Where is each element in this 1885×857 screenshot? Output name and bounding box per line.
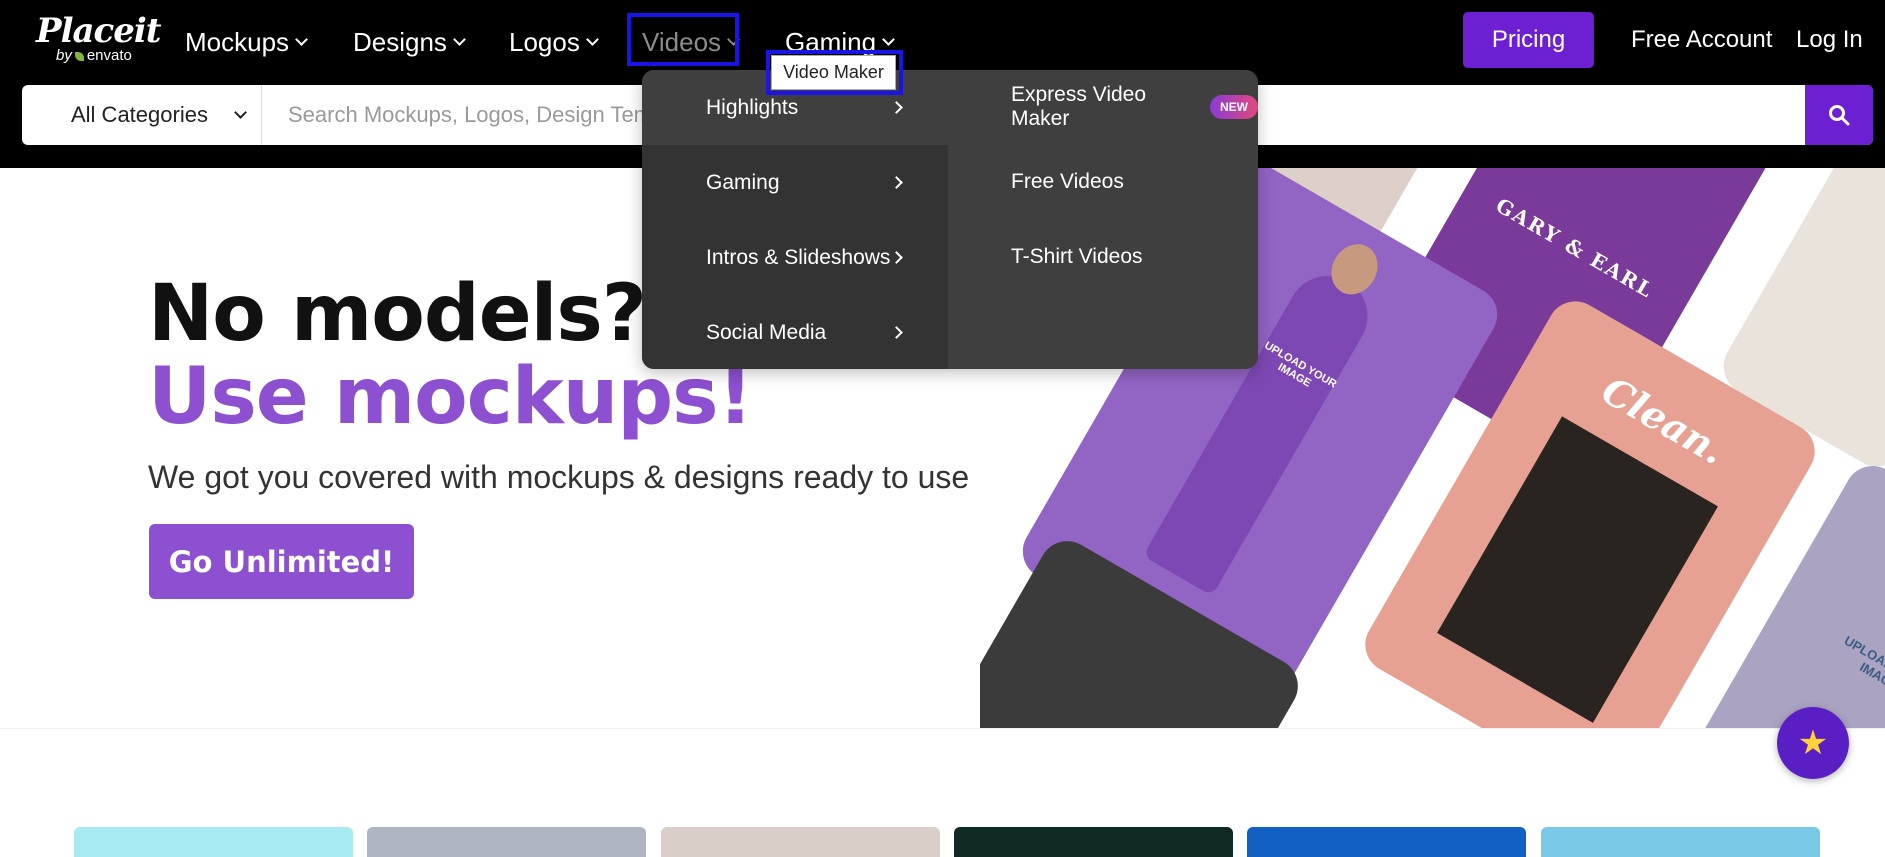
menu-item-express-video-maker[interactable]: Express Video Maker NEW bbox=[1011, 83, 1258, 130]
placeit-logo[interactable]: Placeit by envato bbox=[36, 11, 161, 64]
menu-item-label: Gaming bbox=[706, 170, 780, 194]
search-button[interactable] bbox=[1805, 85, 1873, 145]
free-account-link[interactable]: Free Account bbox=[1631, 22, 1772, 58]
logo-wordmark: Placeit bbox=[36, 11, 161, 51]
thumbnail-card[interactable] bbox=[1247, 827, 1526, 857]
menu-item-label: Social Media bbox=[706, 320, 827, 344]
menu-item-gaming[interactable]: Gaming bbox=[642, 145, 948, 220]
thumbnail-card[interactable] bbox=[74, 827, 353, 857]
chevron-right-icon bbox=[890, 326, 903, 339]
nav-mockups[interactable]: Mockups bbox=[185, 22, 308, 62]
chevron-right-icon bbox=[890, 101, 903, 114]
chevron-down-icon bbox=[453, 32, 466, 46]
nav-mockups-label: Mockups bbox=[185, 26, 290, 57]
thumbnail-card[interactable] bbox=[661, 827, 940, 857]
videos-highlight-box bbox=[627, 13, 739, 66]
nav-designs-label: Designs bbox=[353, 26, 447, 57]
category-select-label: All Categories bbox=[71, 102, 208, 127]
menu-item-tshirt-videos[interactable]: T-Shirt Videos bbox=[1011, 242, 1143, 272]
chevron-down-icon bbox=[585, 32, 599, 46]
menu-item-label: T-Shirt Videos bbox=[1011, 245, 1143, 268]
thumbnail-card[interactable] bbox=[954, 827, 1233, 857]
collage-card-text: GARY & EARL bbox=[1491, 193, 1659, 303]
nav-logos[interactable]: Logos bbox=[509, 22, 599, 62]
menu-item-label: Intros & Slideshows bbox=[706, 245, 891, 269]
envato-leaf-icon bbox=[74, 51, 84, 61]
nav-designs[interactable]: Designs bbox=[353, 22, 466, 62]
menu-item-label: Express Video Maker bbox=[1011, 83, 1147, 130]
chevron-down-icon bbox=[295, 32, 308, 46]
section-divider bbox=[0, 728, 1885, 729]
category-select[interactable]: All Categories bbox=[22, 85, 262, 145]
login-link[interactable]: Log In bbox=[1796, 22, 1863, 58]
chevron-right-icon bbox=[890, 251, 903, 264]
search-icon bbox=[1829, 105, 1850, 126]
go-unlimited-button[interactable]: Go Unlimited! bbox=[149, 524, 414, 599]
thumbnail-card[interactable] bbox=[367, 827, 646, 857]
menu-item-intros-slideshows[interactable]: Intros & Slideshows bbox=[642, 220, 948, 295]
star-floating-button[interactable]: ★ bbox=[1777, 707, 1849, 779]
menu-item-social-media[interactable]: Social Media bbox=[642, 295, 948, 369]
menu-item-label: Highlights bbox=[706, 95, 799, 119]
star-icon: ★ bbox=[1797, 724, 1829, 762]
logo-brand: envato bbox=[86, 47, 132, 64]
chevron-down-icon bbox=[882, 32, 895, 46]
tooltip-highlight-box bbox=[766, 50, 903, 95]
new-badge: NEW bbox=[1210, 95, 1258, 119]
pricing-button[interactable]: Pricing bbox=[1463, 12, 1594, 68]
hero-subtitle: We got you covered with mockups & design… bbox=[148, 459, 970, 495]
menu-item-free-videos[interactable]: Free Videos bbox=[1011, 167, 1124, 197]
chevron-right-icon bbox=[890, 176, 903, 189]
menu-item-label: Free Videos bbox=[1011, 170, 1124, 193]
logo-by: by bbox=[56, 47, 72, 64]
chevron-down-icon bbox=[234, 105, 247, 119]
nav-logos-label: Logos bbox=[509, 26, 580, 57]
collage-card-text: UPLOAD YOUR IMAGE bbox=[1841, 632, 1885, 694]
thumbnail-card[interactable] bbox=[1541, 827, 1820, 857]
videos-dropdown-menu: Highlights Gaming Intros & Slideshows So… bbox=[642, 70, 1258, 369]
